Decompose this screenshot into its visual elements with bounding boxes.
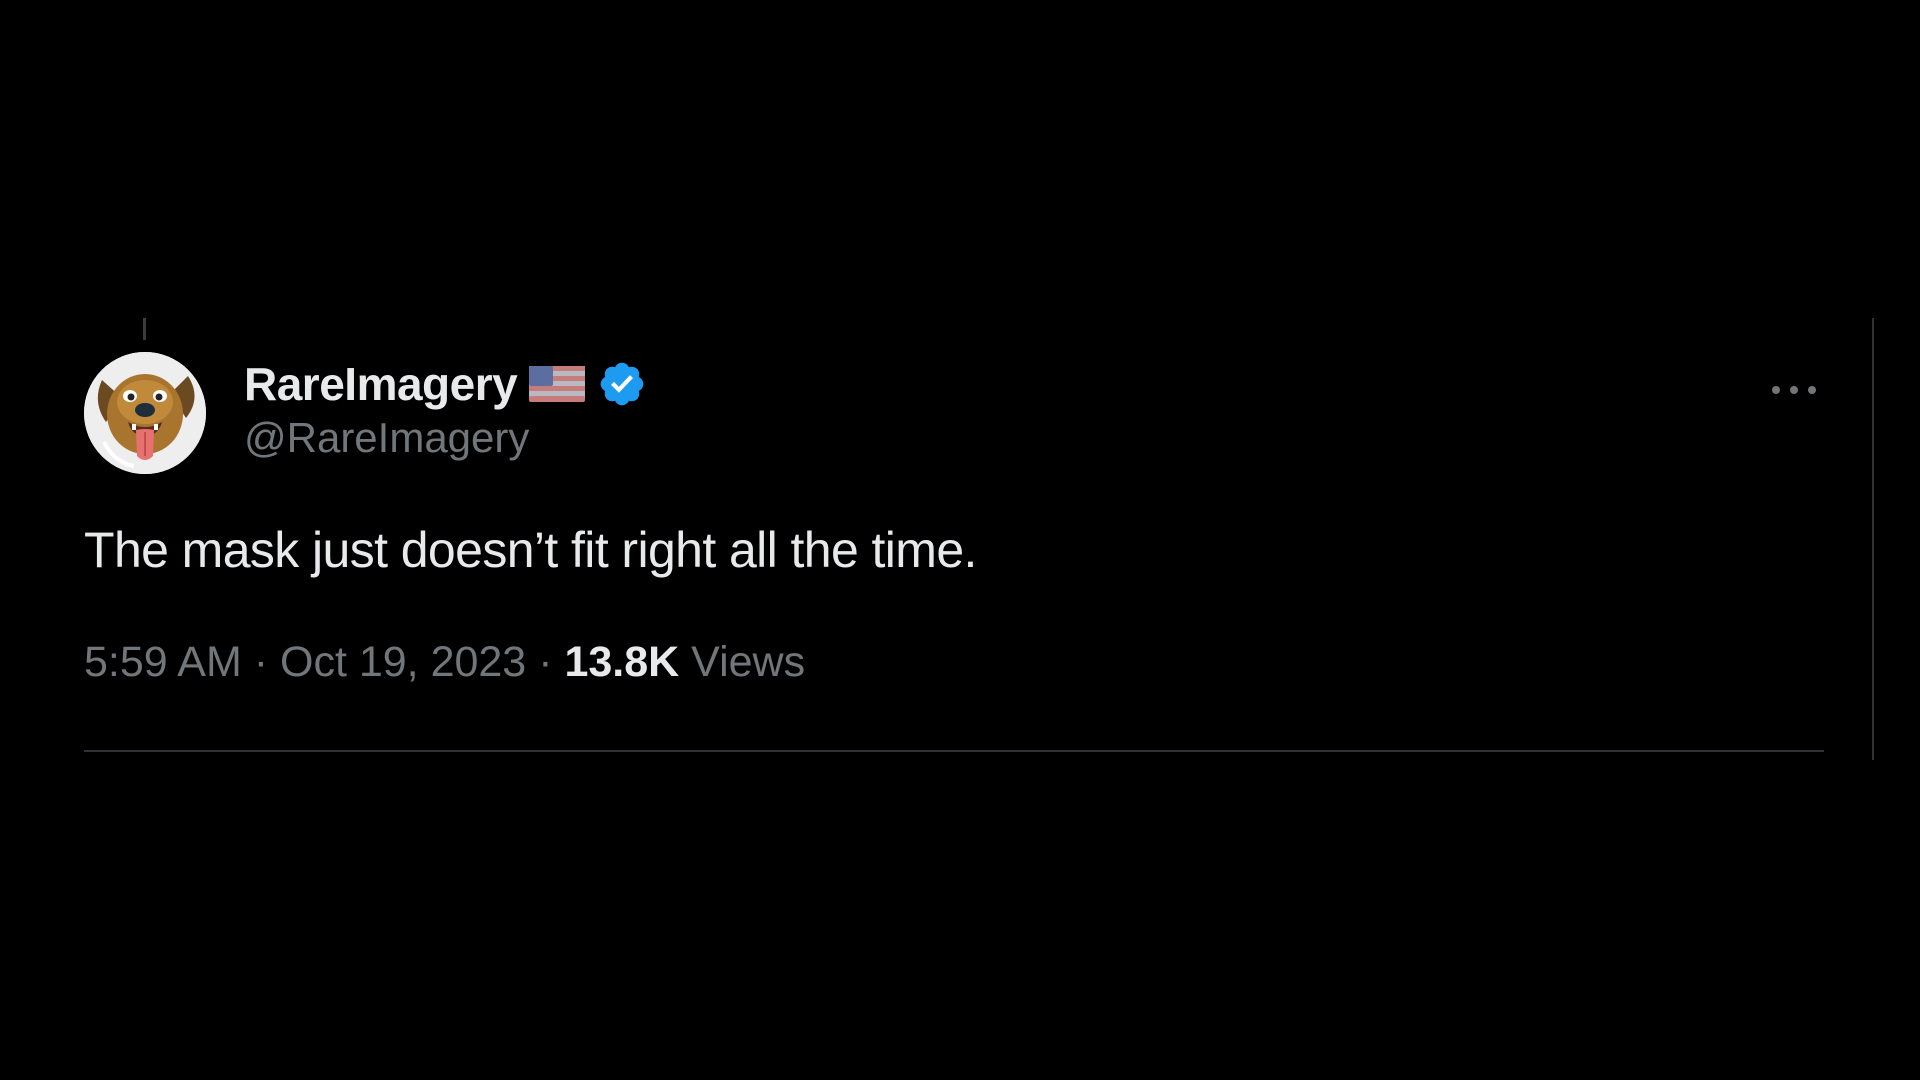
thread-connector-line xyxy=(143,318,146,340)
meta-separator: · xyxy=(538,638,553,686)
tweet-date[interactable]: Oct 19, 2023 xyxy=(280,638,526,686)
verified-badge-icon[interactable] xyxy=(597,359,647,409)
tweet-divider xyxy=(84,750,1824,752)
tweet-screenshot: RareImagery @RareImagery The mask just d… xyxy=(0,0,1920,1080)
name-row: RareImagery xyxy=(244,356,647,412)
tweet-meta: 5:59 AM · Oct 19, 2023 · 13.8K Views xyxy=(84,634,1824,690)
author-handle[interactable]: @RareImagery xyxy=(244,414,647,462)
views-count: 13.8K xyxy=(564,638,680,686)
tweet-text: The mask just doesn’t fit right all the … xyxy=(84,522,977,578)
dog-avatar-icon xyxy=(84,352,206,474)
display-name[interactable]: RareImagery xyxy=(244,357,518,411)
tweet-time[interactable]: 5:59 AM xyxy=(84,638,242,686)
more-dots-icon xyxy=(1772,386,1816,394)
more-options-button[interactable] xyxy=(1764,372,1824,408)
avatar[interactable] xyxy=(84,352,206,474)
timeline-border xyxy=(1872,318,1874,760)
tweet-header: RareImagery @RareImagery xyxy=(84,352,1824,476)
views-label: Views xyxy=(691,638,806,686)
meta-separator: · xyxy=(253,638,269,686)
tweet-card: RareImagery @RareImagery The mask just d… xyxy=(84,352,1824,690)
author-identity: RareImagery @RareImagery xyxy=(244,356,647,462)
us-flag-icon xyxy=(529,364,586,404)
